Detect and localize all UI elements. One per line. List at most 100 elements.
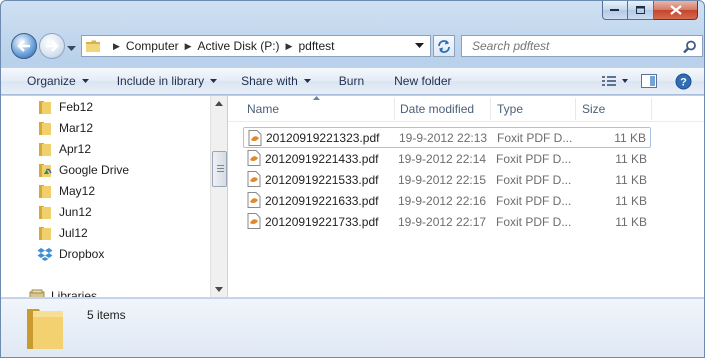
nav-item-apr12[interactable]: Apr12 <box>37 139 91 159</box>
pdf-file-icon <box>247 171 261 187</box>
nav-item-google-drive[interactable]: Google Drive <box>37 160 129 180</box>
nav-item-feb12[interactable]: Feb12 <box>37 97 93 117</box>
file-size: 11 KB <box>615 193 647 208</box>
file-type: Foxit PDF D... <box>496 193 572 208</box>
navigation-pane-scrollbar[interactable] <box>210 96 227 297</box>
breadcrumb-computer[interactable]: Computer <box>126 39 179 53</box>
file-row[interactable]: 20120919221433.pdf 19-9-2012 22:14 Foxit… <box>243 148 651 169</box>
file-date: 19-9-2012 22:16 <box>398 193 487 208</box>
scrollbar-thumb[interactable] <box>212 151 227 187</box>
file-size: 11 KB <box>614 130 646 145</box>
chevron-down-icon <box>67 46 76 51</box>
file-name: 20120919221533.pdf <box>265 172 379 187</box>
details-view-icon <box>602 76 628 86</box>
column-date-modified[interactable]: Date modified <box>400 102 474 116</box>
column-divider[interactable] <box>490 98 491 120</box>
burn-label: Burn <box>338 74 365 88</box>
file-row[interactable]: 20120919221323.pdf 19-9-2012 22:13 Foxit… <box>243 127 651 148</box>
file-type: Foxit PDF D... <box>497 130 573 145</box>
breadcrumb-arrow[interactable]: ▶ <box>280 41 299 52</box>
column-divider[interactable] <box>394 98 395 120</box>
nav-item-label: Google Drive <box>59 163 130 177</box>
navigation-bar: ▶ Computer ▶ Active Disk (P:) ▶ pdftest <box>9 31 703 63</box>
share-with-label: Share with <box>241 74 298 88</box>
nav-item-mar12[interactable]: Mar12 <box>37 118 93 138</box>
file-type: Foxit PDF D... <box>496 172 572 187</box>
chevron-down-icon[interactable] <box>415 43 424 49</box>
folder-icon <box>86 40 100 52</box>
grip-line <box>217 165 224 166</box>
maximize-button[interactable] <box>628 1 654 20</box>
refresh-icon <box>438 40 450 53</box>
refresh-button[interactable] <box>433 35 455 57</box>
nav-item-label: Jun12 <box>59 205 92 219</box>
svg-text:?: ? <box>680 76 687 88</box>
pdf-file-icon <box>247 150 261 166</box>
nav-item-label: Apr12 <box>59 142 92 156</box>
column-name[interactable]: Name <box>247 102 279 116</box>
nav-item-may12[interactable]: May12 <box>37 181 95 201</box>
file-type: Foxit PDF D... <box>496 214 572 229</box>
help-button[interactable]: ? <box>670 70 696 92</box>
nav-item-jun12[interactable]: Jun12 <box>37 202 92 222</box>
file-name: 20120919221733.pdf <box>265 214 379 229</box>
file-row[interactable]: 20120919221633.pdf 19-9-2012 22:16 Foxit… <box>243 190 651 211</box>
forward-button[interactable] <box>39 33 65 59</box>
details-pane: 5 items <box>1 298 704 357</box>
new-folder-label: New folder <box>394 74 452 88</box>
nav-item-label: Feb12 <box>59 100 94 114</box>
include-in-library-menu[interactable]: Include in library <box>109 69 225 93</box>
column-divider[interactable] <box>651 98 652 120</box>
nav-item-jul12[interactable]: Jul12 <box>37 223 88 243</box>
arrow-left-icon <box>17 40 30 52</box>
column-divider[interactable] <box>575 98 576 120</box>
column-type[interactable]: Type <box>497 102 523 116</box>
command-bar: Organize Include in library Share with B… <box>1 67 704 95</box>
item-count: 5 items <box>87 308 126 322</box>
libraries-icon <box>29 289 45 297</box>
burn-button[interactable]: Burn <box>331 69 372 93</box>
address-bar[interactable]: ▶ Computer ▶ Active Disk (P:) ▶ pdftest <box>81 35 431 57</box>
organize-label: Organize <box>27 74 76 88</box>
scroll-down-icon[interactable] <box>215 287 223 292</box>
breadcrumb-arrow[interactable]: ▶ <box>179 41 198 52</box>
search-input[interactable] <box>470 38 670 54</box>
file-type: Foxit PDF D... <box>496 151 572 166</box>
folder-icon <box>39 100 51 114</box>
nav-item-libraries[interactable]: Libraries <box>29 286 97 297</box>
breadcrumb-arrow[interactable]: ▶ <box>107 41 126 52</box>
nav-item-dropbox[interactable]: Dropbox <box>37 244 104 264</box>
scroll-up-icon[interactable] <box>215 101 223 106</box>
breadcrumb-pdftest[interactable]: pdftest <box>298 39 334 53</box>
folder-icon <box>39 226 51 240</box>
file-date: 19-9-2012 22:13 <box>399 130 488 145</box>
include-in-library-label: Include in library <box>116 74 205 88</box>
search-box[interactable] <box>461 35 703 57</box>
nav-item-label: Libraries <box>51 289 98 297</box>
file-row[interactable]: 20120919221733.pdf 19-9-2012 22:17 Foxit… <box>243 211 651 232</box>
file-list-pane: Name Date modified Type Size 20120919221… <box>228 96 704 297</box>
preview-pane-button[interactable] <box>636 70 662 92</box>
minimize-button[interactable] <box>602 1 628 20</box>
file-name: 20120919221633.pdf <box>265 193 379 208</box>
close-button[interactable] <box>654 1 698 20</box>
pdf-file-icon <box>247 192 261 208</box>
change-view-button[interactable] <box>602 70 628 92</box>
recent-pages-dropdown[interactable] <box>67 41 76 55</box>
dropbox-icon <box>37 247 53 261</box>
share-with-menu[interactable]: Share with <box>233 69 319 93</box>
pdf-file-icon <box>247 213 261 229</box>
nav-item-label: Jul12 <box>59 226 88 240</box>
file-date: 19-9-2012 22:17 <box>398 214 487 229</box>
new-folder-button[interactable]: New folder <box>386 69 459 93</box>
organize-menu[interactable]: Organize <box>19 69 97 93</box>
help-icon: ? <box>675 73 691 89</box>
back-button[interactable] <box>11 33 37 59</box>
breadcrumb-active-disk[interactable]: Active Disk (P:) <box>198 39 280 53</box>
search-icon[interactable] <box>683 40 697 54</box>
file-row[interactable]: 20120919221533.pdf 19-9-2012 22:15 Foxit… <box>243 169 651 190</box>
file-size: 11 KB <box>615 214 647 229</box>
nav-item-label: Dropbox <box>59 247 105 261</box>
chevron-down-icon <box>303 79 311 83</box>
column-size[interactable]: Size <box>582 102 605 116</box>
